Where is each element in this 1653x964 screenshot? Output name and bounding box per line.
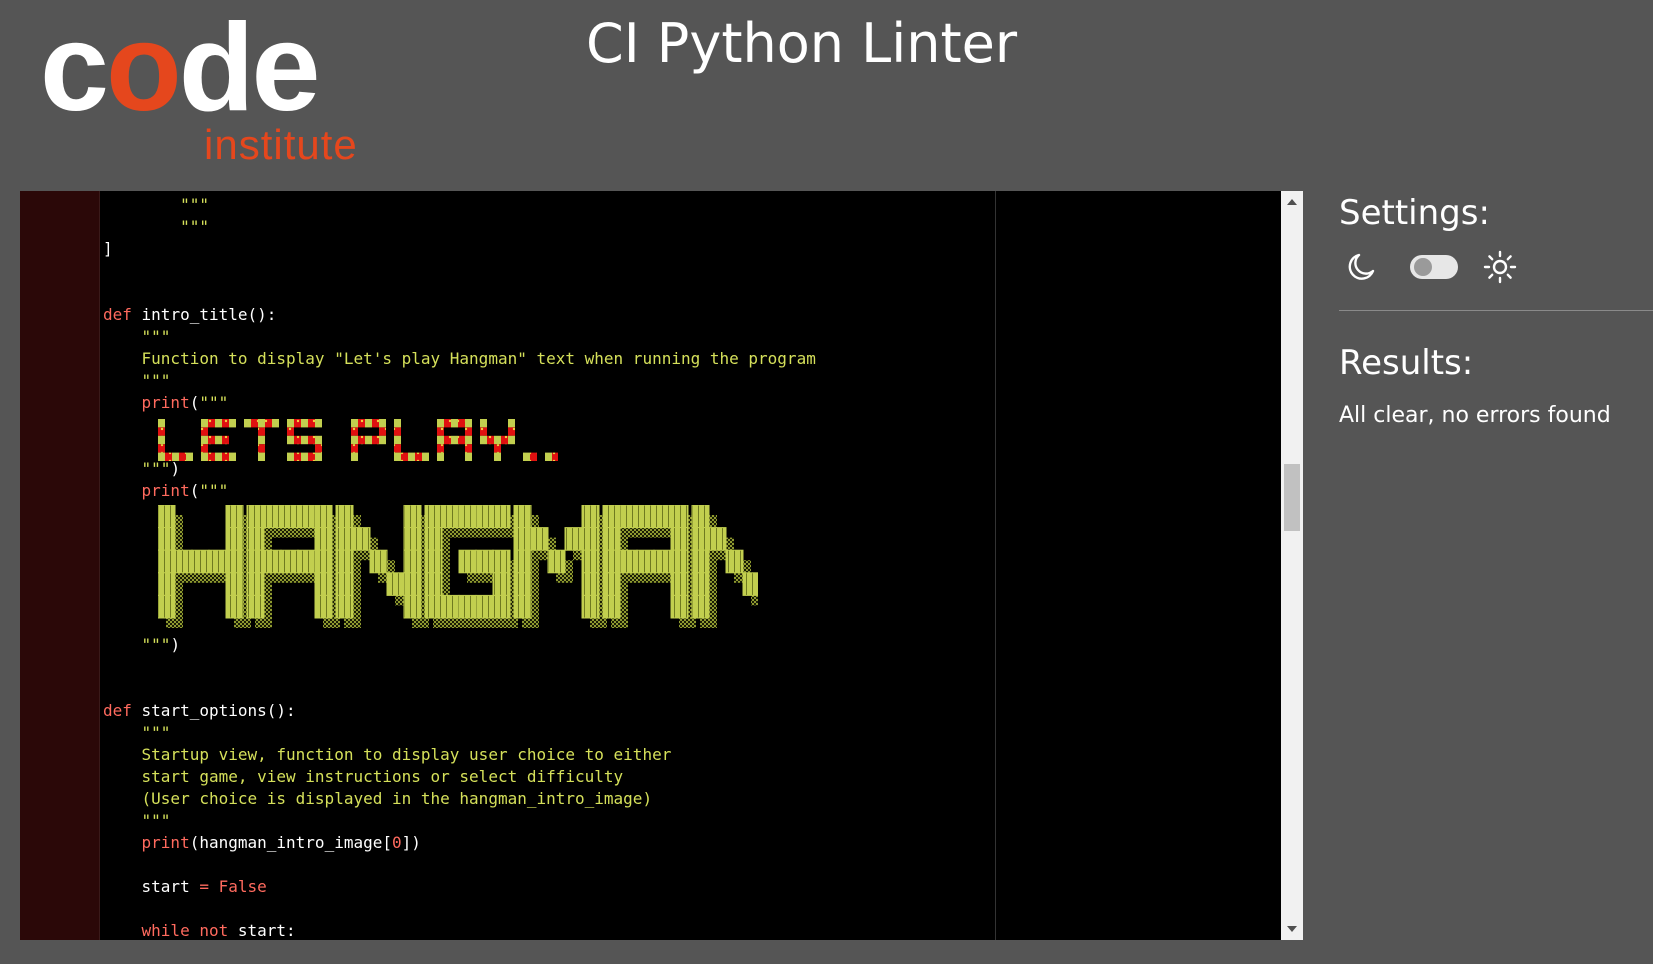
code-line[interactable]: 147def start_options(): [99,700,1295,722]
code-line[interactable]: 140 [99,546,1295,568]
code-text: start game, view instructions or select … [103,767,624,786]
code-line[interactable]: 143 [99,612,1295,634]
code-text: """ [103,217,209,236]
code-text: """ [103,723,171,742]
code-text: Startup view, function to display user c… [103,745,672,764]
code-text: """) [103,459,181,478]
code-line[interactable]: 157 while not start: [99,920,1295,940]
results-message: All clear, no errors found [1339,403,1611,428]
code-text: ] [103,239,113,258]
logo-subtitle: institute [204,121,358,168]
code-line[interactable]: 133 print(""" [99,392,1295,414]
code-line[interactable]: 137 print(""" [99,480,1295,502]
code-text: """ [103,811,171,830]
code-line[interactable]: 156 [99,898,1295,920]
code-lines: 123 """)124 """125 """126]127128129def i… [99,191,1295,940]
moon-icon[interactable] [1345,251,1377,283]
code-line[interactable]: 152 """ [99,810,1295,832]
line-number-gutter [20,191,100,940]
sun-icon[interactable] [1483,250,1517,284]
sidebar-divider [1339,310,1653,311]
code-line[interactable]: 149 Startup view, function to display us… [99,744,1295,766]
code-line[interactable]: 132 """ [99,370,1295,392]
code-line[interactable]: 127 [99,260,1295,282]
code-text: def start_options(): [103,701,296,720]
scrollbar-thumb[interactable] [1284,464,1300,531]
results-heading: Results: [1339,343,1474,383]
scroll-down-arrow-icon[interactable] [1287,926,1297,932]
code-line[interactable]: 154 [99,854,1295,876]
code-line[interactable]: 134 [99,414,1295,436]
editor-scrollbar[interactable] [1281,191,1303,940]
code-institute-logo: code institute [40,6,370,172]
code-text: """) [103,635,181,654]
code-line[interactable]: 126] [99,238,1295,260]
code-text: while not start: [103,921,296,940]
sidebar: Settings: Results: All clear, no errors … [1339,191,1653,964]
logo-wordmark: code [40,0,320,137]
code-text: print(hangman_intro_image[0]) [103,833,421,852]
code-line[interactable]: 135 [99,436,1295,458]
code-line[interactable]: 141 [99,568,1295,590]
code-line[interactable]: 139 [99,524,1295,546]
theme-toggle[interactable] [1410,255,1458,279]
code-line[interactable]: 136 """) [99,458,1295,480]
scroll-up-arrow-icon[interactable] [1287,199,1297,205]
code-line[interactable]: 128 [99,282,1295,304]
code-line[interactable]: 150 start game, view instructions or sel… [99,766,1295,788]
code-line[interactable]: 145 [99,656,1295,678]
code-editor[interactable]: 123 """)124 """125 """126]127128129def i… [20,191,1303,940]
code-text: """ [103,195,209,214]
code-line[interactable]: 153 print(hangman_intro_image[0]) [99,832,1295,854]
code-line[interactable]: 151 (User choice is displayed in the han… [99,788,1295,810]
code-line[interactable]: 124 """ [99,194,1295,216]
code-line[interactable]: 131 Function to display "Let's play Hang… [99,348,1295,370]
code-text: print(""" [103,393,229,412]
code-line[interactable]: 155 start = False [99,876,1295,898]
code-line[interactable]: 129def intro_title(): [99,304,1295,326]
code-text: print(""" [103,481,229,500]
code-text: Function to display "Let's play Hangman"… [103,349,816,368]
code-line[interactable]: 130 """ [99,326,1295,348]
code-text: """ [103,327,171,346]
code-line[interactable]: 125 """ [99,216,1295,238]
page-title: CI Python Linter [586,12,1018,75]
code-area[interactable]: 123 """)124 """125 """126]127128129def i… [99,191,1295,940]
toggle-knob [1414,258,1432,276]
code-line[interactable]: 148 """ [99,722,1295,744]
settings-heading: Settings: [1339,193,1490,233]
code-text: """ [103,371,171,390]
code-text: (User choice is displayed in the hangman… [103,789,653,808]
code-line[interactable]: 138 [99,502,1295,524]
code-text: start = False [103,877,267,896]
code-line[interactable]: 144 """) [99,634,1295,656]
theme-switcher [1345,250,1517,284]
code-line[interactable]: 146 [99,678,1295,700]
code-text: def intro_title(): [103,305,277,324]
code-line[interactable]: 142 [99,590,1295,612]
